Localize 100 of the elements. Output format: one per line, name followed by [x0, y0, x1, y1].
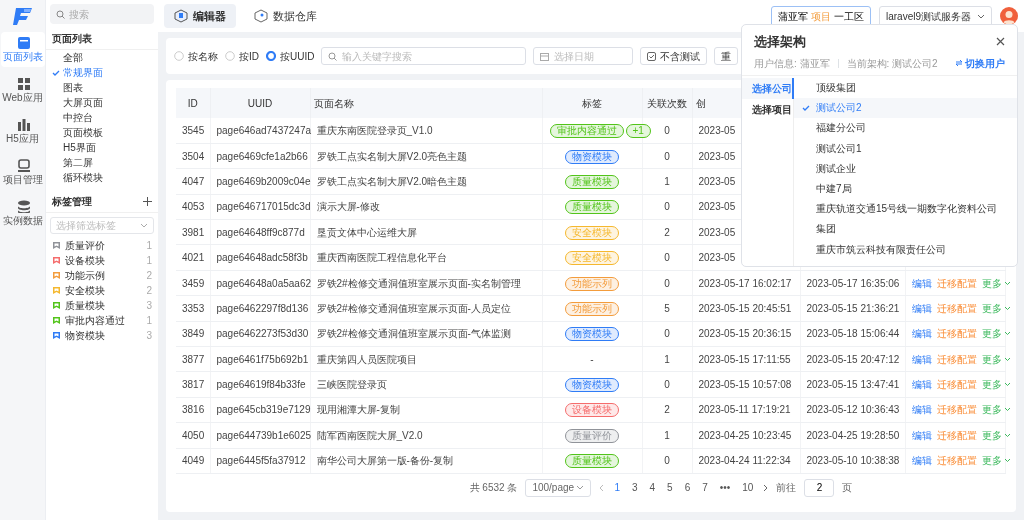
radio-icon	[266, 51, 276, 61]
table-cell: 0	[664, 328, 670, 340]
page-button[interactable]: 6	[682, 480, 693, 496]
page-size-select[interactable]: 100/page	[525, 478, 592, 497]
radio-option[interactable]: 按UUID	[266, 48, 315, 64]
edit-link[interactable]: 编辑	[911, 377, 932, 393]
switch-user-link[interactable]: 切换用户	[955, 55, 1005, 71]
table-cell: page6462273f53d30	[216, 328, 309, 340]
table-cell: 2023-05-15 20:36:15	[698, 328, 792, 340]
rail-item[interactable]: Web应用	[0, 73, 45, 108]
table-cell: 2023-05-15 17:11:55	[698, 353, 791, 365]
page-button[interactable]: 4	[647, 480, 658, 496]
radio-option[interactable]: 按名称	[174, 48, 218, 64]
page-category-item[interactable]: 全部	[46, 50, 158, 65]
company-option[interactable]: 集团	[794, 218, 1017, 239]
page-category-item[interactable]: 常规界面	[46, 65, 158, 80]
tag-name[interactable]: 质量评价	[65, 238, 143, 253]
page-button[interactable]: 1	[612, 480, 622, 496]
project-chip[interactable]: 蒲亚军 项目 一工区	[771, 5, 871, 27]
page-category-item[interactable]: 第二屏	[46, 155, 158, 170]
tag-count: 2	[146, 284, 152, 298]
company-option[interactable]: 重庆市筑云科技有限责任公司	[794, 239, 1017, 260]
table-cell: 3816	[182, 404, 205, 416]
tag-name[interactable]: 安全模块	[65, 283, 143, 298]
table-cell: 4049	[182, 455, 205, 467]
table-cell: 3545	[182, 124, 205, 136]
table-cell: 0	[664, 455, 670, 467]
rail-item[interactable]: H5应用	[0, 114, 45, 149]
total-count: 共 6532 条	[469, 481, 518, 496]
table-cell: 4053	[182, 201, 205, 213]
page-category-item[interactable]: 大屏页面	[46, 95, 158, 110]
tag-name[interactable]: 物资模块	[65, 328, 143, 343]
company-option[interactable]: 中建7局	[794, 178, 1017, 199]
table-cell: 4021	[182, 252, 205, 264]
page-button[interactable]: 3	[629, 480, 640, 496]
popover-tab[interactable]: 选择公司	[742, 77, 794, 99]
company-option[interactable]: 测试企业	[794, 158, 1017, 179]
tag-pill: 物资模块	[565, 327, 619, 342]
page-button[interactable]: 5	[665, 480, 675, 496]
tag-count: 1	[146, 239, 152, 253]
company-option[interactable]: 测试公司2	[794, 97, 1017, 118]
avatar[interactable]	[1000, 7, 1018, 25]
page-category-item[interactable]: H5界面	[46, 140, 158, 155]
page-category-item[interactable]: 中控台	[46, 110, 158, 125]
radio-icon	[225, 51, 235, 61]
table-cell: page6469b2009c04e	[216, 175, 311, 187]
tag-name[interactable]: 审批内容通过	[65, 313, 143, 328]
filter-button[interactable]: 重	[714, 47, 739, 65]
page-category-item[interactable]: 页面模板	[46, 125, 158, 140]
tag-pill: 物资模块	[565, 378, 619, 393]
column-header: 页面名称	[313, 97, 354, 109]
add-icon	[143, 197, 152, 206]
edit-link[interactable]: 编辑	[911, 300, 932, 316]
table-cell: 罗铁工点实名制大屏V2.0暗色主题	[316, 175, 468, 187]
company-option[interactable]: 重庆轨道交通15号线一期数字化资料公司	[794, 198, 1017, 219]
company-option[interactable]: 福建分公司	[794, 117, 1017, 139]
tag-name[interactable]: 功能示例	[65, 268, 143, 283]
close-icon[interactable]	[996, 37, 1005, 47]
page-button[interactable]: 10	[740, 480, 756, 496]
page-input[interactable]: 2	[804, 478, 835, 497]
table-cell: 2023-04-25 10:23:45	[698, 429, 792, 441]
tag-name[interactable]: 设备模块	[65, 253, 143, 268]
edit-link[interactable]: 编辑	[911, 427, 932, 443]
filter-button[interactable]: 不含测试	[640, 47, 708, 65]
table-cell: page6462297f8d136	[216, 302, 309, 314]
rail-item[interactable]: 页面列表	[0, 32, 45, 67]
grid-icon	[15, 76, 30, 90]
rail-item[interactable]: 项目管理	[0, 155, 45, 190]
table-cell: 2023-05-12 10:36:43	[806, 404, 900, 416]
popover-tab[interactable]: 选择项目	[742, 98, 794, 120]
table-cell: 重庆西南医院工程信息化平台	[316, 252, 447, 264]
rail-item[interactable]: 实例数据	[0, 196, 45, 231]
edit-link[interactable]: 编辑	[911, 326, 932, 342]
tag-pill: 设备模块	[565, 403, 619, 418]
table-cell: 2023-05	[698, 201, 736, 213]
table-cell: page6469cfe1a2b66	[216, 150, 308, 162]
radio-option[interactable]: 按ID	[225, 48, 259, 64]
table-cell: page6461f75b692b1	[216, 353, 309, 365]
edit-link[interactable]: 编辑	[911, 275, 932, 291]
tag-pill: 功能示列	[565, 301, 619, 316]
page-button[interactable]: 7	[700, 480, 710, 496]
tag-count: 3	[146, 299, 152, 313]
page-category-item[interactable]: 循环模块	[46, 170, 158, 185]
company-option[interactable]: 测试公司1	[794, 138, 1017, 159]
check-icon	[802, 103, 810, 112]
table-cell: page644739b1e6025	[216, 429, 312, 441]
company-option[interactable]: 顶级集团	[794, 77, 1017, 98]
table-cell: 3353	[182, 302, 205, 314]
table-cell: 0	[664, 277, 670, 289]
top-tab[interactable]: 编辑器	[164, 3, 236, 29]
tag-name[interactable]: 质量模块	[65, 298, 143, 313]
page-category-item[interactable]: 图表	[46, 80, 158, 95]
edit-link[interactable]: 编辑	[911, 402, 932, 418]
page-button[interactable]: •••	[717, 480, 733, 496]
edit-link[interactable]: 编辑	[911, 351, 932, 367]
top-tab[interactable]: 数据仓库	[244, 3, 327, 29]
table-cell: 陆军西南医院大屏_V2.0	[316, 429, 423, 441]
table-cell: 3459	[182, 277, 205, 289]
edit-link[interactable]: 编辑	[911, 453, 932, 469]
table-cell: 2023-05	[698, 124, 736, 136]
